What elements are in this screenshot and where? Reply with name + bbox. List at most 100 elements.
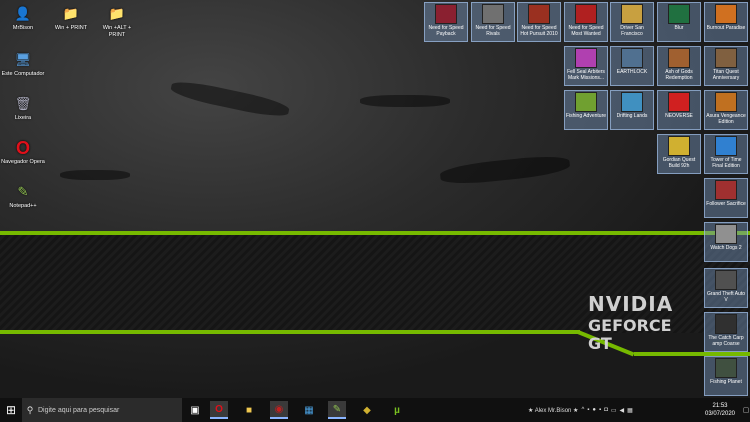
taskbar-search-box[interactable]: ⚲ Digite aqui para pesquisar bbox=[22, 398, 182, 422]
game-shortcut[interactable]: Need for Speed Rivals bbox=[471, 2, 515, 42]
game-shortcut-label: Titan Quest Anniversary bbox=[712, 69, 740, 81]
game-shortcut[interactable]: Fell Seal Arbiters Mark Missions... bbox=[564, 46, 608, 86]
nvidia-logo-text: NVIDIA bbox=[588, 292, 674, 316]
desktop-icon-lixeira[interactable]: 🗑 Lixeira bbox=[0, 94, 46, 122]
taskbar-app-game[interactable]: ◆ bbox=[358, 401, 376, 419]
tray-app-icon[interactable]: ▪ bbox=[599, 407, 601, 413]
opera-icon: O bbox=[215, 403, 223, 415]
game-shortcut[interactable]: Follower Sacrifice bbox=[704, 178, 748, 218]
game-shortcut-label: Blur bbox=[674, 25, 684, 31]
recycle-bin-icon: 🗑 bbox=[14, 95, 32, 111]
desktop-icon-notepad-plus-plus[interactable]: ✎ Notepad++ bbox=[0, 182, 46, 210]
microsoft-store-icon: ▦ bbox=[304, 404, 314, 416]
wallpaper-scratch bbox=[169, 77, 291, 121]
folder-icon: 📁 bbox=[62, 5, 80, 21]
game-shortcut-label: Need for Speed Payback bbox=[428, 25, 464, 37]
game-shortcut-label: Tower of Time Final Edition bbox=[710, 157, 742, 169]
desktop-icon-win-alt-print[interactable]: 📁 Win +ALT + PRINT bbox=[94, 4, 140, 38]
utorrent-icon: µ bbox=[394, 404, 400, 416]
game-thumbnail bbox=[715, 92, 737, 112]
game-shortcut-label: Burnout Paradise bbox=[706, 25, 746, 31]
game-shortcut[interactable]: Need for Speed Payback bbox=[424, 2, 468, 42]
desktop-icon-user-folder[interactable]: 👤 MrBison bbox=[0, 4, 46, 32]
taskbar-app-store[interactable]: ▦ bbox=[300, 401, 318, 419]
taskbar-app-notepad-plus-plus[interactable]: ✎ bbox=[328, 401, 346, 419]
game-thumbnail bbox=[715, 48, 737, 68]
taskbar: ⊞ ⚲ Digite aqui para pesquisar ▣ O ■ ◉ ▦… bbox=[0, 398, 750, 422]
game-shortcut[interactable]: Driver San Francisco bbox=[610, 2, 654, 42]
game-shortcut[interactable]: Gordian Quest Build 92h bbox=[657, 134, 701, 174]
file-explorer-icon: ■ bbox=[245, 404, 253, 416]
language-icon[interactable]: ▦ bbox=[627, 407, 633, 414]
volume-icon[interactable]: ◀ bbox=[619, 407, 624, 414]
game-shortcut[interactable]: Burnout Paradise bbox=[704, 2, 748, 42]
game-shortcut[interactable]: Asura Vengeance Edition bbox=[704, 90, 748, 130]
game-thumbnail bbox=[435, 4, 457, 24]
game-thumbnail bbox=[668, 92, 690, 112]
computer-icon: 🖥 bbox=[14, 51, 32, 67]
wallpaper-green-stripe bbox=[0, 231, 750, 235]
tray-app-icon[interactable]: ◘ bbox=[604, 407, 608, 413]
game-thumbnail bbox=[575, 4, 597, 24]
gt-logo-text: GT bbox=[588, 334, 612, 353]
game-thumbnail bbox=[715, 314, 737, 334]
taskbar-clock[interactable]: 21:53 03/07/2020 bbox=[700, 402, 740, 418]
windows-logo-icon: ⊞ bbox=[5, 403, 17, 417]
wallpaper-scratch bbox=[60, 170, 130, 180]
game-shortcut[interactable]: Ash of Gods Redemption bbox=[657, 46, 701, 86]
game-shortcut[interactable]: Need for Speed Most Wanted bbox=[564, 2, 608, 42]
desktop-icon-label: Notepad++ bbox=[9, 203, 37, 209]
game-shortcut[interactable]: Blur bbox=[657, 2, 701, 42]
game-shortcut-label: Follower Sacrifice bbox=[706, 201, 746, 207]
game-thumbnail bbox=[575, 92, 597, 112]
game-shortcut-label: Driver San Francisco bbox=[620, 25, 644, 37]
taskbar-app-utorrent[interactable]: µ bbox=[388, 401, 406, 419]
desktop-icon-este-computador[interactable]: 🖥 Este Computador bbox=[0, 50, 46, 78]
game-shortcut[interactable]: Grand Theft Auto V bbox=[704, 268, 748, 308]
start-button[interactable]: ⊞ bbox=[0, 398, 22, 422]
game-shortcut-label: Drifting Lands bbox=[616, 113, 648, 119]
tray-app-icon[interactable]: ● bbox=[592, 407, 596, 413]
game-shortcut-label: Gordian Quest Build 92h bbox=[662, 157, 696, 169]
game-shortcut[interactable]: Watch Dogs 2 bbox=[704, 222, 748, 262]
show-hidden-icons-icon[interactable]: ^ bbox=[581, 407, 584, 413]
notepad-plus-plus-icon: ✎ bbox=[332, 403, 342, 415]
game-shortcut-label: Need for Speed Rivals bbox=[475, 25, 511, 37]
desktop-icon-label: Este Computador bbox=[1, 71, 45, 77]
geforce-logo-text: GEFORCE bbox=[588, 316, 672, 335]
game-shortcut[interactable]: Fishing Planet bbox=[704, 356, 748, 396]
game-shortcut-label: Watch Dogs 2 bbox=[710, 245, 742, 251]
game-shortcut-label: EARTHLOCK bbox=[616, 69, 648, 75]
game-thumbnail bbox=[482, 4, 504, 24]
game-shortcut-label: Fell Seal Arbiters Mark Missions... bbox=[567, 69, 605, 81]
game-shortcut[interactable]: Fishing Adventure bbox=[564, 90, 608, 130]
game-thumbnail bbox=[715, 136, 737, 156]
network-icon[interactable]: ▭ bbox=[611, 407, 617, 414]
clock-time: 21:53 bbox=[712, 403, 728, 409]
desktop-icon-opera[interactable]: O Navegador Opera bbox=[0, 138, 46, 166]
tray-user-label[interactable]: ★ Alex Mr.Bison ★ bbox=[528, 407, 578, 414]
game-shortcut[interactable]: The Catch Carp amp Coarse bbox=[704, 312, 748, 352]
game-shortcut[interactable]: Titan Quest Anniversary bbox=[704, 46, 748, 86]
game-shortcut-label: Asura Vengeance Edition bbox=[706, 113, 746, 125]
game-shortcut[interactable]: EARTHLOCK bbox=[610, 46, 654, 86]
search-placeholder: Digite aqui para pesquisar bbox=[38, 406, 120, 414]
game-thumbnail bbox=[668, 4, 690, 24]
tray-app-icon[interactable]: ▪ bbox=[587, 407, 589, 413]
game-shortcut[interactable]: Drifting Lands bbox=[610, 90, 654, 130]
task-view-button[interactable]: ▣ bbox=[186, 401, 204, 419]
desktop-icon-win-print[interactable]: 📁 Win + PRINT bbox=[48, 4, 94, 32]
desktop-icon-label: MrBison bbox=[12, 25, 34, 31]
taskbar-app-opera[interactable]: O bbox=[210, 401, 228, 419]
game-app-icon: ◆ bbox=[363, 404, 371, 416]
game-shortcut[interactable]: Tower of Time Final Edition bbox=[704, 134, 748, 174]
game-thumbnail bbox=[621, 4, 643, 24]
taskbar-app-file-explorer[interactable]: ■ bbox=[240, 401, 258, 419]
task-view-icon: ▣ bbox=[190, 404, 200, 416]
game-shortcut[interactable]: NEOVERSE bbox=[657, 90, 701, 130]
game-shortcut-label: Need for Speed Most Wanted bbox=[568, 25, 604, 37]
taskbar-app-screenshot-tool[interactable]: ◉ bbox=[270, 401, 288, 419]
game-thumbnail bbox=[715, 180, 737, 200]
game-shortcut[interactable]: Need for Speed Hot Pursuit 2010 bbox=[517, 2, 561, 42]
notification-center-button[interactable]: ▢ bbox=[742, 398, 750, 422]
